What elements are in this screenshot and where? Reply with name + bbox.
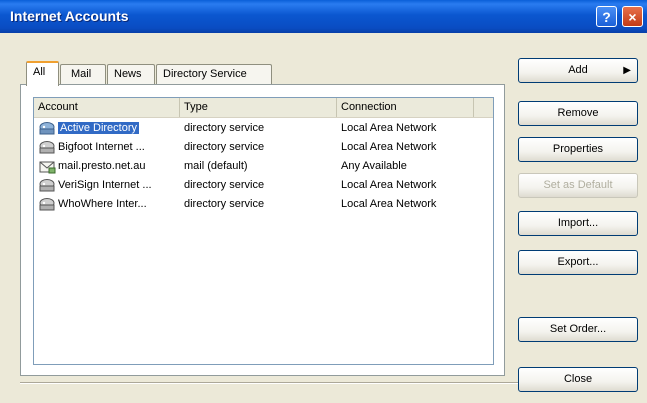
- add-button-label: Add: [568, 64, 588, 76]
- account-row[interactable]: mail.presto.net.au mail (default) Any Av…: [36, 157, 491, 176]
- column-header-type[interactable]: Type: [180, 98, 337, 117]
- directory-service-icon: [39, 198, 55, 211]
- remove-button[interactable]: Remove: [518, 101, 638, 126]
- set-as-default-button[interactable]: Set as Default: [518, 173, 638, 198]
- account-connection: Local Area Network: [341, 141, 437, 153]
- add-button[interactable]: Add ▶: [518, 58, 638, 83]
- mail-account-icon: [39, 161, 56, 174]
- help-button[interactable]: ?: [596, 6, 617, 27]
- account-connection: Local Area Network: [341, 179, 437, 191]
- account-row[interactable]: VeriSign Internet ... directory service …: [36, 176, 491, 195]
- menu-arrow-icon: ▶: [623, 65, 631, 76]
- account-name: mail.presto.net.au: [58, 160, 146, 172]
- tab-mail[interactable]: Mail: [60, 64, 106, 84]
- directory-service-icon: [39, 179, 55, 192]
- properties-button[interactable]: Properties: [518, 137, 638, 162]
- account-type: directory service: [184, 141, 265, 153]
- account-name: Bigfoot Internet ...: [58, 141, 145, 153]
- accounts-list[interactable]: Account Type Connection Active Directory…: [33, 97, 494, 365]
- window-title: Internet Accounts: [10, 8, 129, 24]
- account-type: directory service: [184, 179, 265, 191]
- account-type: directory service: [184, 198, 265, 210]
- account-connection: Local Area Network: [341, 122, 437, 134]
- set-order-button[interactable]: Set Order...: [518, 317, 638, 342]
- import-button[interactable]: Import...: [518, 211, 638, 236]
- title-bar[interactable]: Internet Accounts ? ×: [0, 0, 647, 33]
- dialog-body: All Mail News Directory Service Account …: [0, 33, 647, 403]
- tab-news[interactable]: News: [107, 64, 155, 84]
- account-connection: Any Available: [341, 160, 407, 172]
- column-header-connection[interactable]: Connection: [337, 98, 474, 117]
- export-button[interactable]: Export...: [518, 250, 638, 275]
- account-type: directory service: [184, 122, 265, 134]
- directory-service-icon: [39, 122, 55, 135]
- close-button[interactable]: Close: [518, 367, 638, 392]
- account-row[interactable]: Bigfoot Internet ... directory service L…: [36, 138, 491, 157]
- account-connection: Local Area Network: [341, 198, 437, 210]
- tab-panel: Account Type Connection Active Directory…: [20, 84, 505, 376]
- list-header: Account Type Connection: [34, 98, 493, 118]
- tab-directory-service[interactable]: Directory Service: [156, 64, 272, 84]
- directory-service-icon: [39, 141, 55, 154]
- account-row[interactable]: Active Directory directory service Local…: [36, 119, 491, 138]
- account-name: Active Directory: [58, 122, 140, 134]
- close-window-button[interactable]: ×: [622, 6, 643, 27]
- account-row[interactable]: WhoWhere Inter... directory service Loca…: [36, 195, 491, 214]
- account-type: mail (default): [184, 160, 248, 172]
- column-header-account[interactable]: Account: [34, 98, 180, 117]
- tab-all[interactable]: All: [26, 61, 59, 86]
- account-name: WhoWhere Inter...: [58, 198, 147, 210]
- account-name: VeriSign Internet ...: [58, 179, 152, 191]
